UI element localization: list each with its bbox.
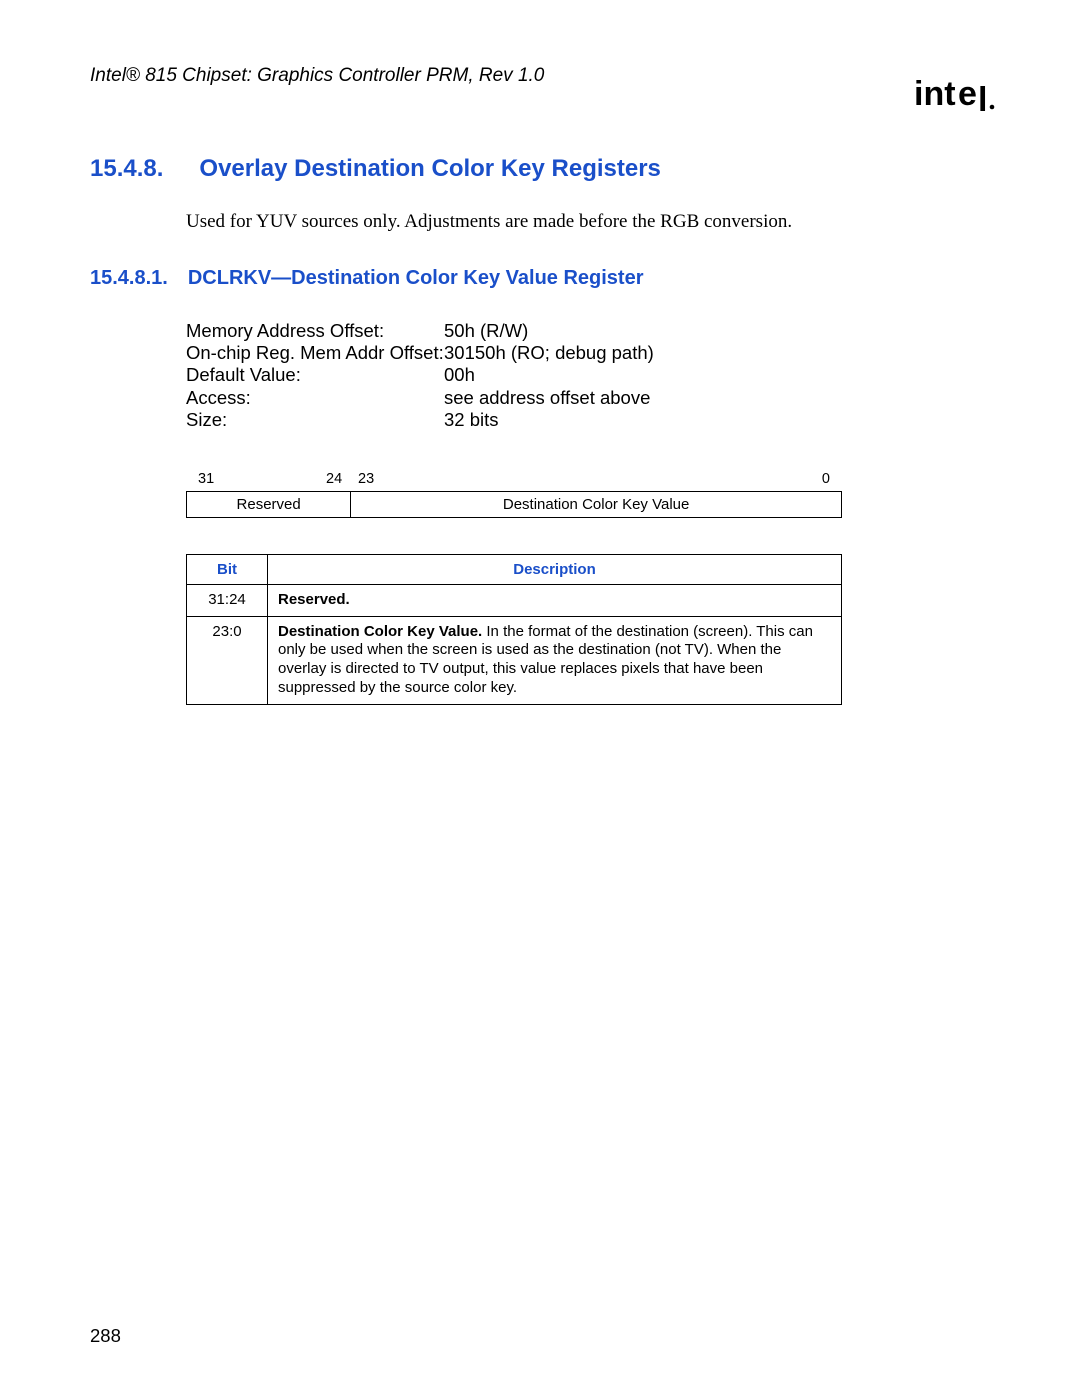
subsection-number: 15.4.8.1. — [90, 267, 168, 290]
cell-bit: 23:0 — [187, 616, 268, 704]
svg-text:int: int — [914, 75, 956, 113]
property-value: 50h (R/W) — [444, 320, 528, 342]
cell-description: Destination Color Key Value. In the form… — [268, 616, 842, 704]
property-label: Default Value: — [186, 364, 444, 386]
desc-bold: Destination Color Key Value. — [278, 623, 482, 640]
property-row: Default Value: 00h — [186, 364, 1000, 386]
bitfield-cell-reserved: Reserved — [187, 491, 351, 517]
cell-bit: 31:24 — [187, 584, 268, 616]
table-row: 31:24 Reserved. — [187, 584, 842, 616]
svg-text:l: l — [978, 81, 987, 115]
desc-bold: Reserved. — [278, 591, 350, 608]
bitfield-diagram: 31 24 23 0 Reserved Destination Color Ke… — [186, 471, 842, 518]
bitfield-bit-markers: 31 24 23 0 — [186, 471, 842, 491]
table-header-row: Bit Description — [187, 554, 842, 584]
property-row: On-chip Reg. Mem Addr Offset: 30150h (RO… — [186, 342, 1000, 364]
bitfield-cell-value: Destination Color Key Value — [351, 491, 842, 517]
property-label: On-chip Reg. Mem Addr Offset: — [186, 342, 444, 364]
bit-marker-31: 31 — [198, 471, 214, 487]
col-header-description: Description — [268, 554, 842, 584]
intel-logo-icon: int e l — [914, 75, 1000, 115]
property-value: 00h — [444, 364, 475, 386]
subsection-title: DCLRKV—Destination Color Key Value Regis… — [188, 267, 644, 290]
property-row: Access: see address offset above — [186, 387, 1000, 409]
property-value: 30150h (RO; debug path) — [444, 342, 654, 364]
property-value: see address offset above — [444, 387, 650, 409]
subsection-heading: 15.4.8.1. DCLRKV—Destination Color Key V… — [90, 267, 1000, 290]
table-row: 23:0 Destination Color Key Value. In the… — [187, 616, 842, 704]
description-table: Bit Description 31:24 Reserved. 23:0 Des… — [186, 554, 842, 705]
bit-marker-23: 23 — [358, 471, 374, 487]
col-header-bit: Bit — [187, 554, 268, 584]
bitfield-table: Reserved Destination Color Key Value — [186, 491, 842, 518]
property-row: Size: 32 bits — [186, 409, 1000, 431]
document-title: Intel® 815 Chipset: Graphics Controller … — [90, 65, 544, 87]
section-heading: 15.4.8. Overlay Destination Color Key Re… — [90, 155, 1000, 183]
property-label: Access: — [186, 387, 444, 409]
bit-marker-0: 0 — [822, 471, 830, 487]
page-header: Intel® 815 Chipset: Graphics Controller … — [90, 65, 1000, 115]
cell-description: Reserved. — [268, 584, 842, 616]
section-number: 15.4.8. — [90, 155, 163, 183]
register-properties: Memory Address Offset: 50h (R/W) On-chip… — [186, 320, 1000, 431]
page: Intel® 815 Chipset: Graphics Controller … — [0, 0, 1080, 1397]
page-number: 288 — [90, 1325, 121, 1347]
property-label: Memory Address Offset: — [186, 320, 444, 342]
property-row: Memory Address Offset: 50h (R/W) — [186, 320, 1000, 342]
section-title: Overlay Destination Color Key Registers — [199, 155, 660, 183]
svg-text:e: e — [958, 75, 977, 113]
description-table-wrap: Bit Description 31:24 Reserved. 23:0 Des… — [186, 554, 842, 705]
property-label: Size: — [186, 409, 444, 431]
section-intro-text: Used for YUV sources only. Adjustments a… — [186, 211, 1000, 233]
bit-marker-24: 24 — [326, 471, 342, 487]
property-value: 32 bits — [444, 409, 499, 431]
